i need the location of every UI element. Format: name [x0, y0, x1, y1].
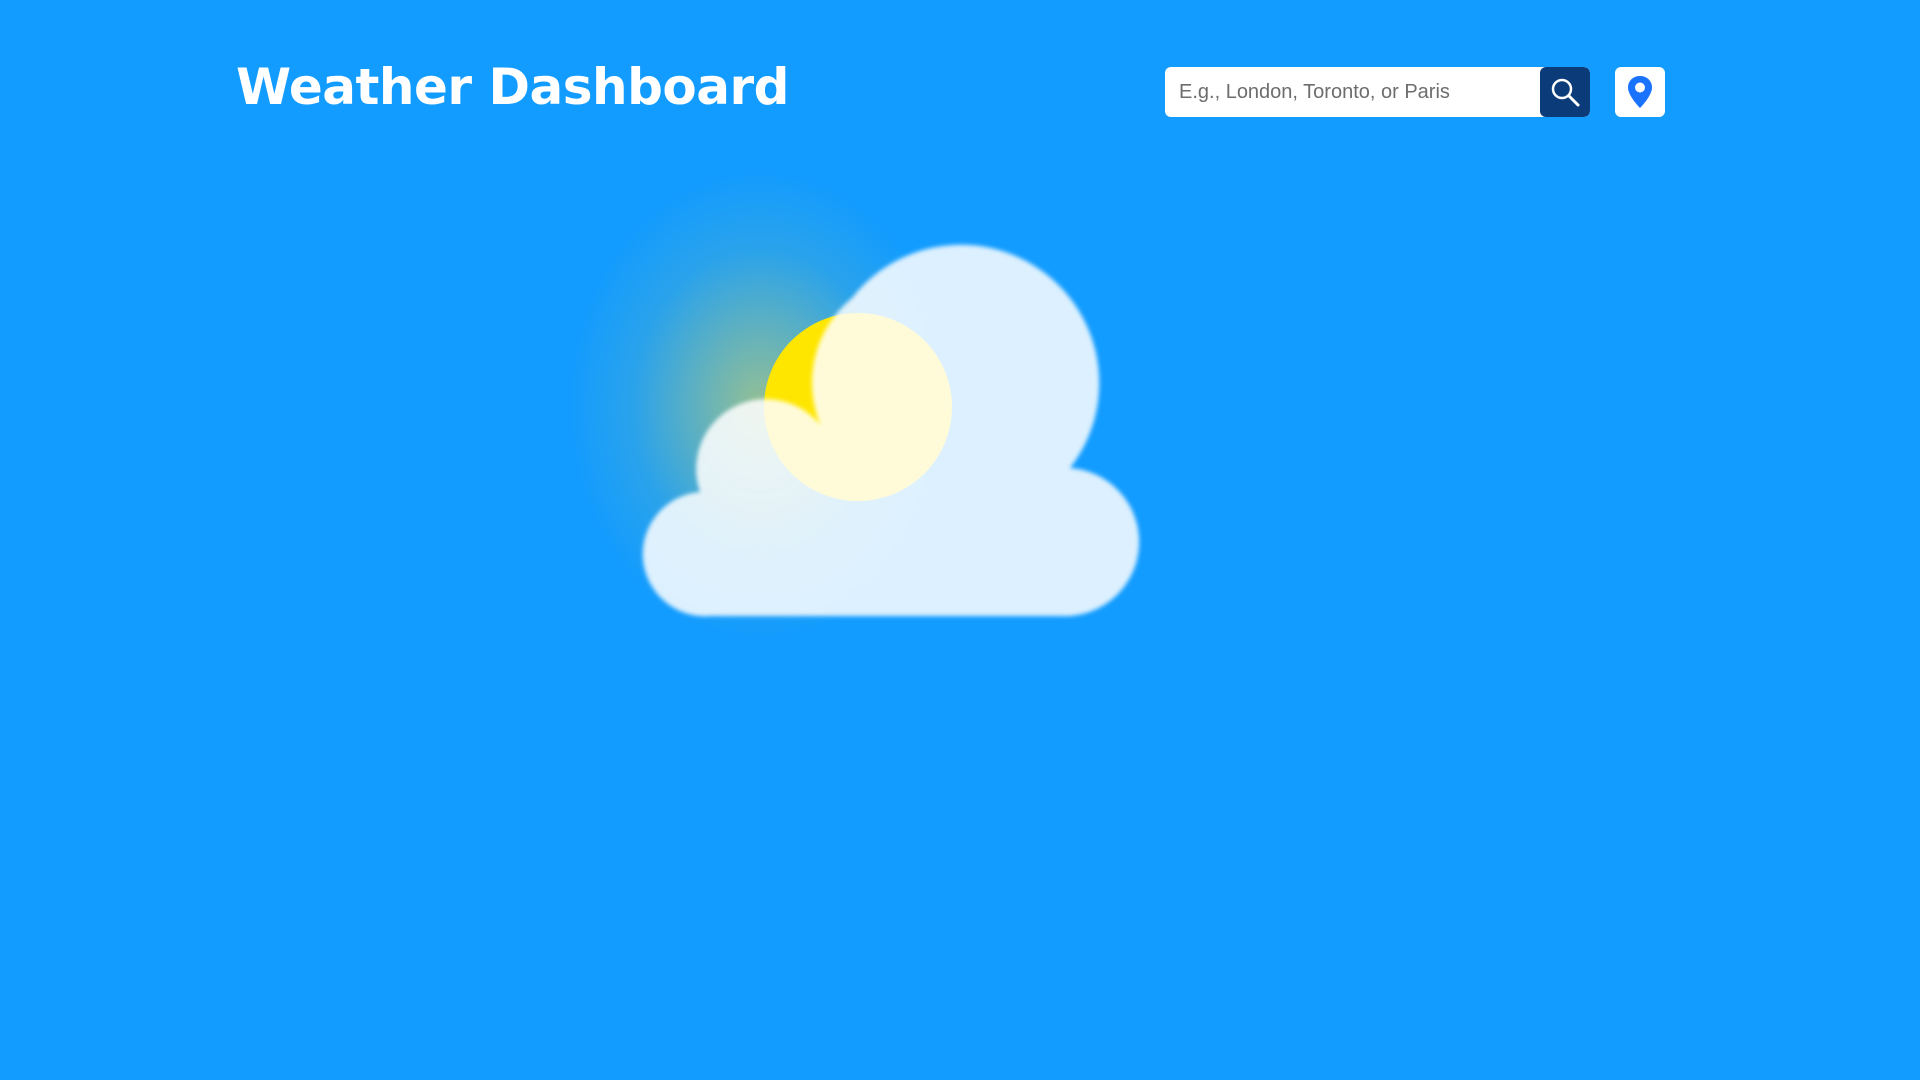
location-pin-icon	[1628, 76, 1652, 108]
weather-dashboard-app: Weather Dashboard	[0, 0, 1920, 1080]
page-title: Weather Dashboard	[236, 58, 789, 116]
search-input[interactable]	[1165, 67, 1540, 117]
current-location-button[interactable]	[1615, 67, 1665, 117]
search-icon	[1551, 78, 1580, 107]
search-button[interactable]	[1540, 67, 1590, 117]
cloud-icon	[642, 244, 1140, 617]
partly-cloudy-icon	[560, 160, 1180, 680]
search-bar	[1165, 67, 1590, 117]
